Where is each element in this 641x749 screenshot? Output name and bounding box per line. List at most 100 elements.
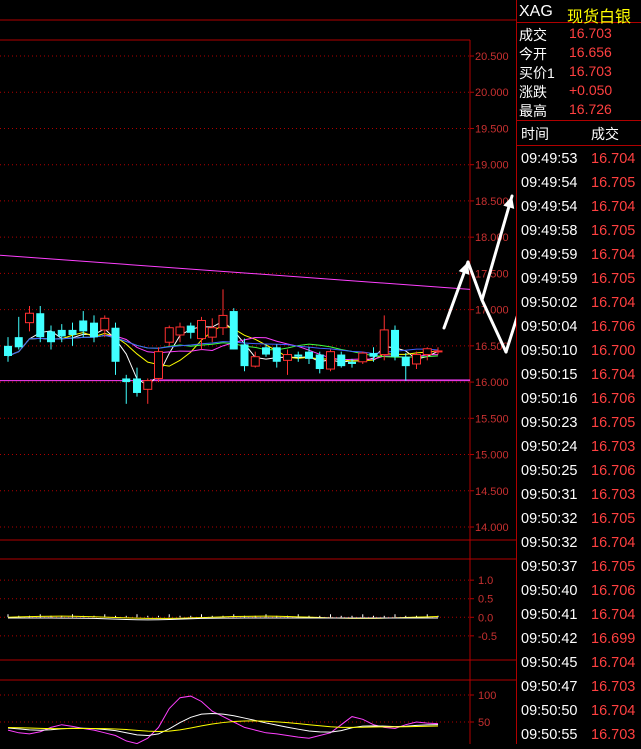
tick-time: 09:50:32 xyxy=(521,511,578,527)
y-tick-label: 18.500 xyxy=(475,196,509,208)
quote-label: 成交 xyxy=(519,27,547,43)
y-tick-label: 20.000 xyxy=(475,87,509,99)
tick-time: 09:50:04 xyxy=(521,319,578,335)
tick-row[interactable]: 09:50:45 16.704 xyxy=(517,653,641,677)
candle-body xyxy=(186,325,195,333)
candle-body xyxy=(283,354,292,361)
y-tick-label: 100 xyxy=(478,690,496,702)
quote-label: 今开 xyxy=(519,46,547,62)
tick-price: 16.699 xyxy=(591,631,636,647)
chart-grid xyxy=(0,19,516,744)
tick-time: 09:50:10 xyxy=(521,343,578,359)
tick-row[interactable]: 09:49:59 16.705 xyxy=(517,269,641,293)
annotation-arrow xyxy=(480,194,514,302)
tick-row[interactable]: 09:50:02 16.704 xyxy=(517,293,641,317)
y-tick-label: 14.000 xyxy=(475,522,509,534)
tick-price: 16.704 xyxy=(591,295,636,311)
tick-time: 09:50:41 xyxy=(521,607,578,623)
y-tick-label: 19.500 xyxy=(475,123,509,135)
y-tick-label: 0.0 xyxy=(478,612,493,624)
y-tick-label: 14.500 xyxy=(475,486,509,498)
candle-body xyxy=(207,327,217,338)
tick-row[interactable]: 09:50:55 16.703 xyxy=(517,725,641,749)
tick-price: 16.704 xyxy=(591,247,636,263)
tick-row[interactable]: 09:50:50 16.704 xyxy=(517,701,641,725)
chart-area[interactable]: 20.500 20.000 19.500 19.000 18.500 18.000 17.5… xyxy=(0,0,582,745)
tick-time: 09:49:59 xyxy=(521,247,578,263)
tick-row[interactable]: 09:49:58 16.705 xyxy=(517,221,641,245)
candle-body xyxy=(218,314,228,329)
y-tick-label: 20.500 xyxy=(475,51,509,63)
y-tick-label: 15.000 xyxy=(475,450,509,462)
candle-body xyxy=(240,344,249,367)
quote-value: 16.703 xyxy=(569,63,612,79)
candle-body xyxy=(262,347,270,355)
tick-price: 16.706 xyxy=(591,319,636,335)
tick-row[interactable]: 09:50:37 16.705 xyxy=(517,557,641,581)
tick-time: 09:50:15 xyxy=(521,367,578,383)
tick-time: 09:50:42 xyxy=(521,631,578,647)
y-tick-label: 19.000 xyxy=(475,160,509,172)
tick-row[interactable]: 09:50:42 16.699 xyxy=(517,629,641,653)
tick-row[interactable]: 09:50:16 16.706 xyxy=(517,389,641,413)
candle-body xyxy=(111,327,120,362)
tick-price: 16.704 xyxy=(591,367,636,383)
chart-canvas[interactable]: 20.50020.00019.50019.00018.50018.00017.5… xyxy=(0,0,582,745)
tick-row[interactable]: 09:50:23 16.705 xyxy=(517,413,641,437)
tick-time: 09:50:16 xyxy=(521,391,578,407)
tick-row[interactable]: 09:50:04 16.706 xyxy=(517,317,641,341)
quote-label: 涨跌 xyxy=(519,84,547,100)
tick-price: 16.705 xyxy=(591,511,636,527)
tick-row[interactable]: 09:49:53 16.704 xyxy=(517,149,641,173)
tick-time: 09:50:45 xyxy=(521,655,578,671)
y-tick-label: 0.5 xyxy=(478,594,493,606)
quote-label: 最高 xyxy=(519,103,547,119)
y-tick-label: 1.0 xyxy=(478,575,493,587)
candle-body xyxy=(348,361,356,364)
tick-row[interactable]: 09:50:32 16.705 xyxy=(517,509,641,533)
tick-row[interactable]: 09:49:54 16.705 xyxy=(517,173,641,197)
tick-row[interactable]: 09:50:40 16.706 xyxy=(517,581,641,605)
candle-body xyxy=(272,347,281,362)
tick-price: 16.704 xyxy=(591,655,636,671)
candle-body xyxy=(401,356,410,367)
candles xyxy=(4,289,443,404)
y-tick-label: 18.000 xyxy=(475,232,509,244)
candle-body xyxy=(175,326,185,336)
candle-body xyxy=(25,312,34,324)
candle-body xyxy=(358,352,368,363)
candle-body xyxy=(369,353,378,357)
divider xyxy=(517,120,641,121)
price-axis: 20.50020.00019.50019.00018.50018.00017.5… xyxy=(470,51,509,729)
tick-row[interactable]: 09:50:24 16.703 xyxy=(517,437,641,461)
tick-row[interactable]: 09:50:41 16.704 xyxy=(517,605,641,629)
candle-body xyxy=(68,329,77,335)
tick-row[interactable]: 09:50:31 16.703 xyxy=(517,485,641,509)
candle-body xyxy=(379,329,389,356)
candle-body xyxy=(337,354,346,367)
quote-row: 涨跌 +0.050 xyxy=(517,81,641,100)
tick-row[interactable]: 09:50:32 16.704 xyxy=(517,533,641,557)
tick-row[interactable]: 09:49:54 16.704 xyxy=(517,197,641,221)
candle-body xyxy=(294,354,303,357)
tick-price: 16.704 xyxy=(591,199,636,215)
tick-price: 16.705 xyxy=(591,175,636,191)
y-tick-label: 17.000 xyxy=(475,305,509,317)
candle-body xyxy=(90,322,98,338)
candle-body xyxy=(100,317,110,331)
candle-body xyxy=(229,311,238,350)
tick-row[interactable]: 09:50:15 16.704 xyxy=(517,365,641,389)
tick-row[interactable]: 09:50:25 16.706 xyxy=(517,461,641,485)
y-tick-label: 15.500 xyxy=(475,413,509,425)
y-tick-label: -0.5 xyxy=(478,631,497,643)
tick-time: 09:50:37 xyxy=(521,559,578,575)
candle-body xyxy=(47,331,55,343)
tick-price: 16.706 xyxy=(591,463,636,479)
y-tick-label: 16.000 xyxy=(475,377,509,389)
tick-row[interactable]: 09:49:59 16.704 xyxy=(517,245,641,269)
quote-row: 最高 16.726 xyxy=(517,100,641,119)
tick-row[interactable]: 09:50:10 16.700 xyxy=(517,341,641,365)
tick-price: 16.705 xyxy=(591,415,636,431)
tick-row[interactable]: 09:50:47 16.703 xyxy=(517,677,641,701)
candle-body xyxy=(133,378,141,393)
